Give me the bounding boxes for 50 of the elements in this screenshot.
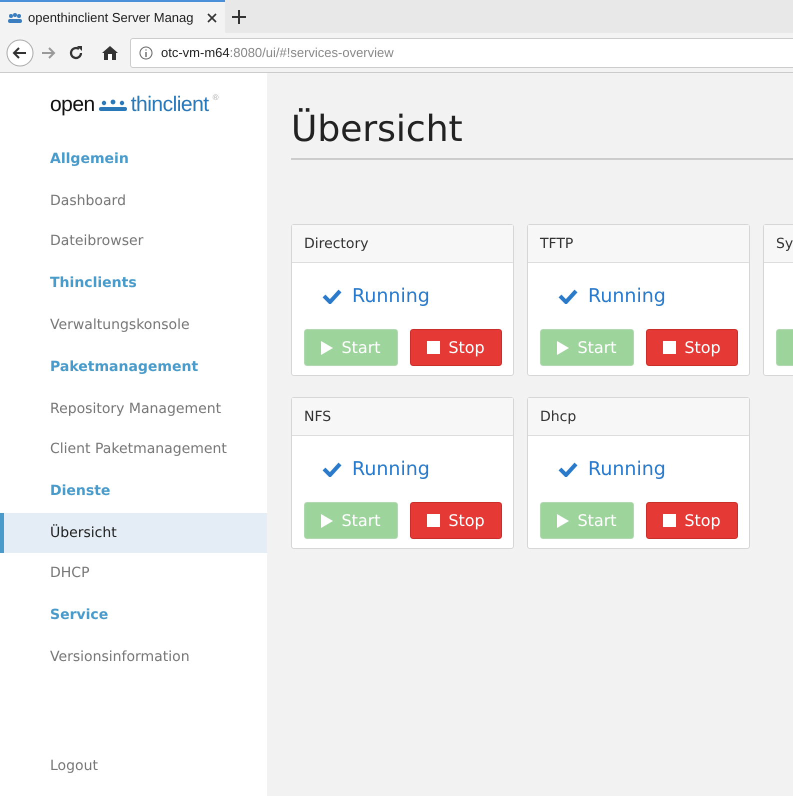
- play-icon: [321, 514, 334, 528]
- close-icon[interactable]: [207, 12, 217, 22]
- status-text: Running: [588, 458, 666, 480]
- card-title: NFS: [292, 398, 513, 436]
- check-icon: [322, 288, 342, 304]
- nav-section-heading: Service: [49, 606, 110, 625]
- status-text: Running: [352, 458, 430, 480]
- forward-icon[interactable]: [40, 46, 56, 60]
- nav-section-heading: Paketmanagement: [49, 358, 200, 377]
- nav-item[interactable]: Verwaltungskonsole: [0, 305, 267, 345]
- stop-button[interactable]: Stop: [410, 329, 502, 366]
- card-title: TFTP: [528, 225, 749, 263]
- url-text: otc-vm-m64:8080/ui/#!services-overview: [161, 45, 394, 60]
- people-icon: [8, 12, 22, 22]
- nav-item[interactable]: DHCP: [0, 553, 267, 593]
- address-bar[interactable]: otc-vm-m64:8080/ui/#!services-overview: [130, 38, 793, 68]
- status-text: Running: [588, 285, 666, 307]
- nav-section-heading: Allgemein: [49, 150, 130, 169]
- stop-icon: [427, 514, 440, 527]
- card-title: Directory: [292, 225, 513, 263]
- stop-icon: [663, 341, 676, 354]
- card-title: Dhcp: [528, 398, 749, 436]
- nav-section-heading: Thinclients: [49, 274, 138, 293]
- stop-button[interactable]: Stop: [646, 329, 738, 366]
- info-icon: [139, 46, 153, 60]
- check-icon: [558, 288, 578, 304]
- stop-icon: [663, 514, 676, 527]
- nav-item[interactable]: Repository Management: [0, 389, 267, 429]
- browser-tab[interactable]: openthinclient Server Manag: [0, 0, 225, 33]
- logout-link[interactable]: Logout: [0, 746, 267, 786]
- stop-button[interactable]: Stop: [646, 502, 738, 539]
- nav-item[interactable]: Versionsinformation: [0, 637, 267, 677]
- card-title: Sy: [764, 225, 793, 263]
- page-title: Übersicht: [291, 73, 793, 160]
- play-icon: [321, 340, 334, 354]
- check-icon: [322, 461, 342, 477]
- nav-item[interactable]: Dateibrowser: [0, 221, 267, 261]
- play-icon: [557, 514, 570, 528]
- play-icon: [557, 340, 570, 354]
- tab-title: openthinclient Server Manag: [28, 10, 194, 25]
- status-text: Running: [352, 285, 430, 307]
- stop-icon: [427, 341, 440, 354]
- nav-item[interactable]: Dashboard: [0, 181, 267, 221]
- back-icon[interactable]: [6, 38, 34, 66]
- logo: open thinclient ®: [49, 93, 220, 117]
- nav-item[interactable]: Client Paketmanagement: [0, 429, 267, 469]
- nav-item[interactable]: Übersicht: [0, 513, 267, 553]
- check-icon: [558, 461, 578, 477]
- stop-button[interactable]: Stop: [410, 502, 502, 539]
- nav-section-heading: Dienste: [49, 482, 112, 501]
